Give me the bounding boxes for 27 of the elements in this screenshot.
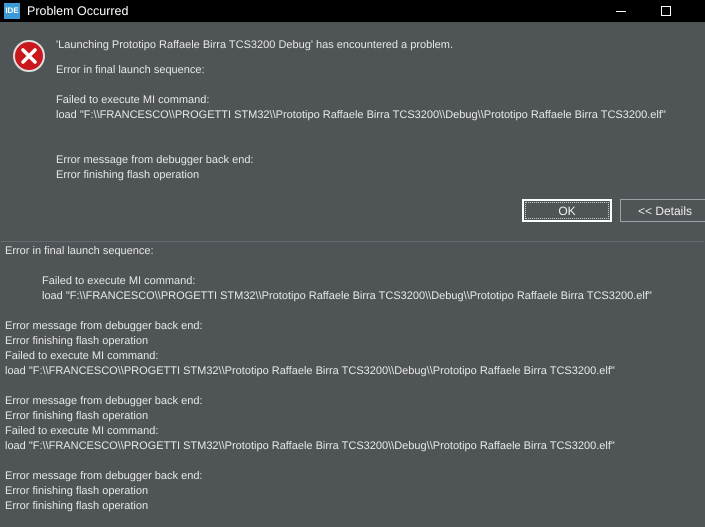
detail-line: Failed to execute MI command: xyxy=(42,274,196,289)
detail-line: load "F:\\FRANCESCO\\PROGETTI STM32\\Prototipo Raffaele Birra TCS3200\\Debug\\Prototipo Raffaele Birra TCS3200.elf" xyxy=(5,364,616,379)
detail-line: Error message from debugger back end: xyxy=(5,319,204,334)
detail-line: Error finishing flash operation xyxy=(5,484,150,499)
detail-line: load "F:\\FRANCESCO\\PROGETTI STM32\\Prototipo Raffaele Birra TCS3200\\Debug\\Prototipo Raffaele Birra TCS3200.elf" xyxy=(42,289,653,304)
details-button[interactable]: << Details xyxy=(620,199,705,222)
detail-line: Failed to execute MI command: xyxy=(5,349,160,364)
message-line: Error in final launch sequence: xyxy=(56,63,206,78)
detail-line: Error in final launch sequence: xyxy=(5,244,155,259)
message-line: load "F:\\FRANCESCO\\PROGETTI STM32\\Prototipo Raffaele Birra TCS3200\\Debug\\Prototipo Raffaele Birra TCS3200.elf" xyxy=(56,108,666,123)
detail-line: Error message from debugger back end: xyxy=(5,394,204,409)
detail-line: Error finishing flash operation xyxy=(5,499,150,514)
ok-button[interactable]: OK xyxy=(522,199,612,222)
window-title: Problem Occurred xyxy=(27,2,128,20)
error-icon xyxy=(13,40,45,72)
error-headline: 'Launching Prototipo Raffaele Birra TCS3200 Debug' has encountered a problem. xyxy=(56,38,454,53)
maximize-icon[interactable] xyxy=(661,6,671,16)
detail-line: Failed to execute MI command: xyxy=(5,424,160,439)
detail-line: Error message from debugger back end: xyxy=(5,469,204,484)
detail-line: load "F:\\FRANCESCO\\PROGETTI STM32\\Prototipo Raffaele Birra TCS3200\\Debug\\Prototipo Raffaele Birra TCS3200.elf" xyxy=(5,439,616,454)
detail-line: Error finishing flash operation xyxy=(5,409,150,424)
detail-line: Error finishing flash operation xyxy=(5,334,150,349)
app-logo: IDE xyxy=(4,3,20,19)
message-line: Failed to execute MI command: xyxy=(56,93,210,108)
message-line: Error message from debugger back end: xyxy=(56,153,254,168)
minimize-icon[interactable] xyxy=(616,10,626,12)
message-line: Error finishing flash operation xyxy=(56,168,200,183)
